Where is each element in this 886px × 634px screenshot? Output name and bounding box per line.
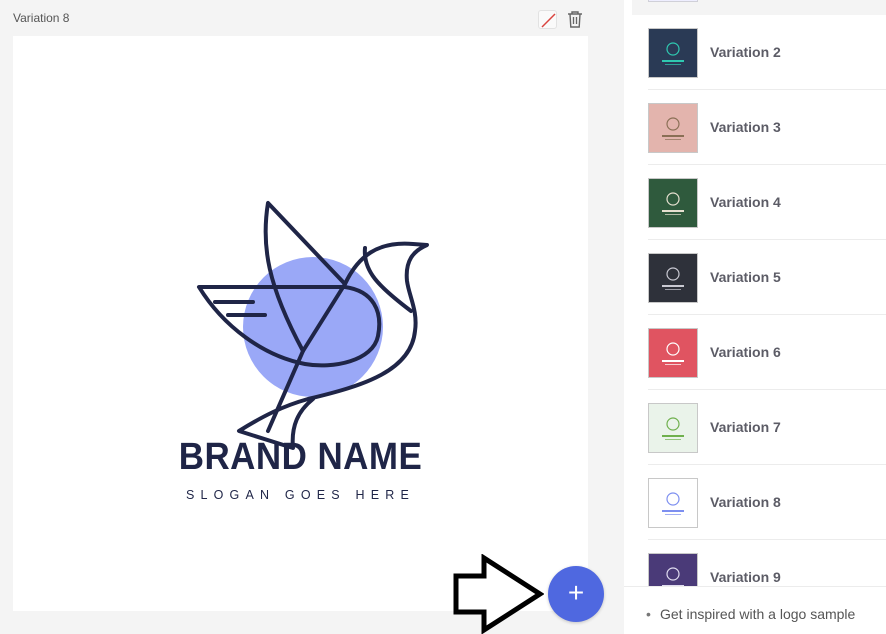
- mini-logo-icon: [662, 42, 684, 65]
- variation-label: Variation 3: [710, 119, 781, 135]
- sidebar-footer: • Get inspired with a logo sample: [624, 586, 886, 634]
- variation-list[interactable]: Variation 2 Variation 3 Variation 4 Variati…: [624, 15, 886, 586]
- dove-icon: [197, 201, 429, 450]
- inspire-link[interactable]: Get inspired with a logo sample: [660, 606, 855, 622]
- color-edit-button[interactable]: [538, 10, 557, 29]
- variation-thumbnail: [648, 103, 698, 153]
- logo-circle: [243, 257, 383, 397]
- arrow-right-icon: [453, 554, 544, 634]
- variation-label: Variation 7: [710, 419, 781, 435]
- variation-thumbnail: [648, 253, 698, 303]
- variation-thumbnail: [648, 553, 698, 586]
- variations-sidebar: Variation 2 Variation 3 Variation 4 Variati…: [624, 0, 886, 634]
- variation-list-item[interactable]: Variation 7: [648, 390, 886, 465]
- delete-button[interactable]: [566, 9, 584, 29]
- variation-label: Variation 6: [710, 344, 781, 360]
- add-variation-button[interactable]: +: [548, 566, 604, 622]
- mini-logo-icon: [662, 567, 684, 586]
- logo-canvas[interactable]: BRAND NAME SLOGAN GOES HERE: [13, 36, 588, 611]
- variation-list-item[interactable]: Variation 6: [648, 315, 886, 390]
- variation-thumbnail: [648, 328, 698, 378]
- variation-list-item[interactable]: Variation 5: [648, 240, 886, 315]
- variation-thumbnail: [648, 28, 698, 78]
- variation-thumbnail: [648, 478, 698, 528]
- variation-list-item[interactable]: Variation 2: [648, 15, 886, 90]
- variation-label: Variation 8: [710, 494, 781, 510]
- variation-label: Variation 4: [710, 194, 781, 210]
- variation-title: Variation 8: [13, 11, 70, 25]
- sidebar-top-strip: [632, 0, 886, 15]
- variation-list-item[interactable]: Variation 3: [648, 90, 886, 165]
- variation-list-item[interactable]: Variation 9: [648, 540, 886, 586]
- variation-thumbnail: [648, 178, 698, 228]
- mini-logo-icon: [662, 117, 684, 140]
- variation-thumbnail: [648, 403, 698, 453]
- variation-label: Variation 9: [710, 569, 781, 585]
- variation-list-item[interactable]: Variation 8: [648, 465, 886, 540]
- variation-label: Variation 2: [710, 44, 781, 60]
- mini-logo-icon: [662, 267, 684, 290]
- mini-logo-icon: [662, 192, 684, 215]
- mini-logo-icon: [662, 342, 684, 365]
- trash-icon: [568, 11, 582, 28]
- brand-name: BRAND NAME: [178, 436, 423, 478]
- variation-label: Variation 5: [710, 269, 781, 285]
- partial-thumbnail: [648, 0, 698, 2]
- editor-panel: Variation 8 BRAND NAME SLOGAN GOES HERE …: [0, 0, 624, 634]
- slogan: SLOGAN GOES HERE: [185, 488, 416, 502]
- slash-color-icon: [541, 13, 556, 28]
- mini-logo-icon: [662, 492, 684, 515]
- variation-list-item[interactable]: Variation 4: [648, 165, 886, 240]
- mini-logo-icon: [662, 417, 684, 440]
- bullet: •: [646, 606, 651, 622]
